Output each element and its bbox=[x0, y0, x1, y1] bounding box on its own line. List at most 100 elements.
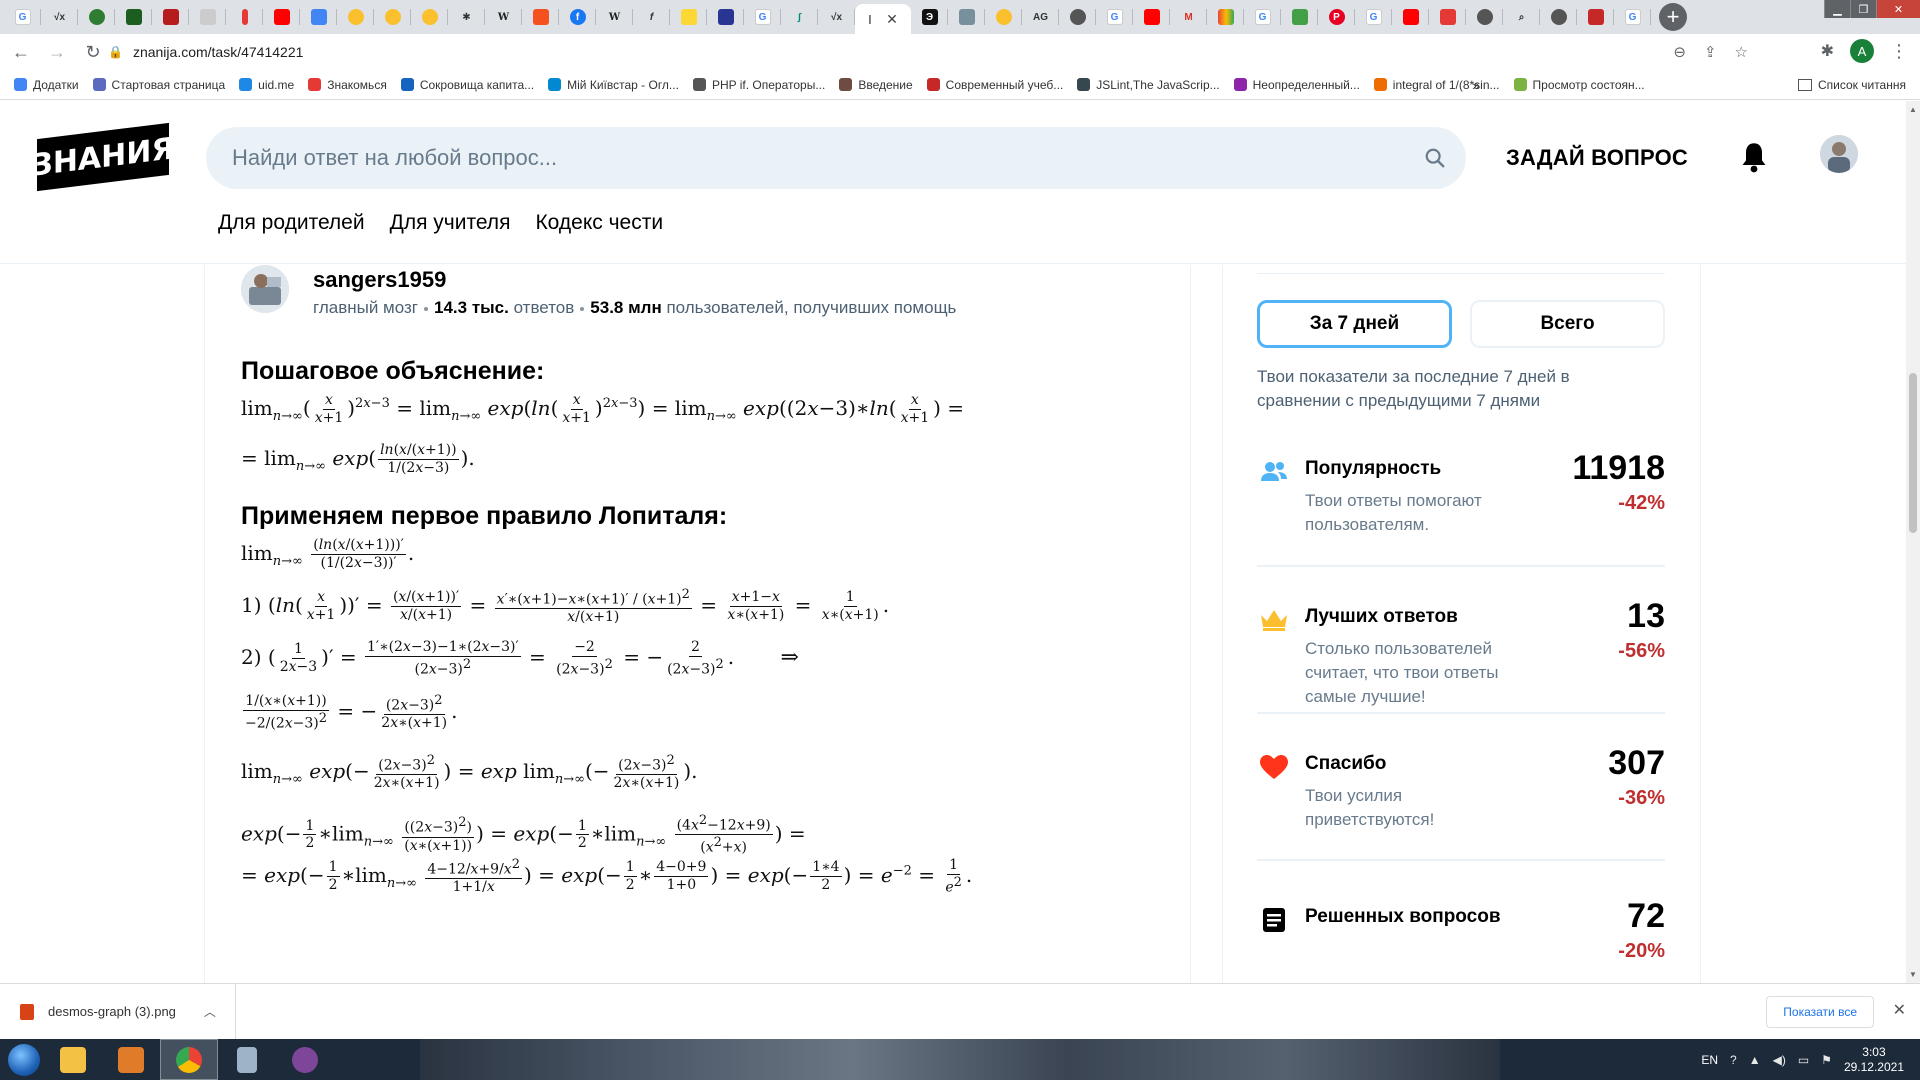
chevron-up-icon[interactable]: ︿ bbox=[204, 1003, 216, 1020]
bookmark-item[interactable]: JSLint,The JavaScrip... bbox=[1077, 78, 1220, 92]
tab[interactable]: G bbox=[4, 0, 41, 34]
clock[interactable]: 3:03 29.12.2021 bbox=[1844, 1045, 1904, 1075]
language-indicator[interactable]: EN bbox=[1701, 1053, 1718, 1067]
tab[interactable] bbox=[1392, 0, 1429, 34]
show-all-downloads-button[interactable]: Показати все bbox=[1766, 996, 1874, 1028]
tab[interactable] bbox=[1540, 0, 1577, 34]
tab[interactable]: ⌕ bbox=[1503, 0, 1540, 34]
tab[interactable]: P bbox=[1318, 0, 1355, 34]
bookmark-item[interactable]: Просмотр состоян... bbox=[1513, 78, 1645, 92]
tab[interactable]: ✱ bbox=[448, 0, 485, 34]
bookmark-item[interactable]: integral of 1/(8*sin... bbox=[1373, 78, 1500, 92]
tab[interactable]: ∫ bbox=[781, 0, 818, 34]
tab[interactable] bbox=[1577, 0, 1614, 34]
reload-icon[interactable]: ↻ bbox=[78, 37, 108, 67]
tab[interactable] bbox=[670, 0, 707, 34]
tab[interactable] bbox=[115, 0, 152, 34]
tab[interactable]: G bbox=[1244, 0, 1281, 34]
tab[interactable]: f bbox=[633, 0, 670, 34]
scroll-up-icon[interactable]: ▲ bbox=[1909, 105, 1917, 114]
tab[interactable] bbox=[1429, 0, 1466, 34]
nav-parents[interactable]: Для родителей bbox=[218, 211, 365, 235]
tab[interactable]: G bbox=[1096, 0, 1133, 34]
download-item[interactable]: desmos-graph (3).png ︿ bbox=[0, 983, 236, 1040]
tab[interactable]: √x bbox=[41, 0, 78, 34]
help-icon[interactable]: ? bbox=[1730, 1053, 1737, 1067]
tab[interactable] bbox=[78, 0, 115, 34]
taskbar-app-chrome[interactable] bbox=[160, 1039, 218, 1080]
tab[interactable] bbox=[411, 0, 448, 34]
back-arrow-icon[interactable]: ← bbox=[6, 37, 36, 67]
tab[interactable] bbox=[337, 0, 374, 34]
close-window-icon[interactable]: ✕ bbox=[1876, 0, 1920, 18]
bookmarks-overflow-icon[interactable]: » bbox=[1472, 77, 1480, 93]
search-icon[interactable] bbox=[1424, 147, 1446, 169]
bookmark-item[interactable]: Знакомься bbox=[308, 78, 387, 92]
tab[interactable]: √x bbox=[818, 0, 855, 34]
extensions-icon[interactable]: ✱ bbox=[1821, 41, 1834, 61]
nav-honor-code[interactable]: Кодекс чести bbox=[535, 211, 663, 235]
scrollbar-thumb[interactable] bbox=[1909, 373, 1917, 533]
network-icon[interactable]: ▭ bbox=[1798, 1053, 1809, 1067]
tab[interactable] bbox=[300, 0, 337, 34]
bookmark-item[interactable]: uid.me bbox=[239, 78, 294, 92]
znania-logo[interactable]: ЗНАНИЯ bbox=[32, 122, 174, 192]
taskbar-app-calculator[interactable] bbox=[218, 1039, 276, 1080]
page-scrollbar[interactable]: ▲ ▼ bbox=[1906, 101, 1920, 983]
tab[interactable]: G bbox=[1355, 0, 1392, 34]
share-icon[interactable]: ⇪ bbox=[1704, 43, 1717, 61]
scroll-down-icon[interactable]: ▼ bbox=[1909, 970, 1917, 979]
close-icon[interactable]: ✕ bbox=[1893, 1000, 1906, 1020]
tab[interactable]: G bbox=[1614, 0, 1651, 34]
author-name[interactable]: sangers1959 bbox=[313, 267, 446, 293]
bell-icon[interactable] bbox=[1740, 141, 1768, 173]
new-tab-button[interactable]: + bbox=[1659, 3, 1687, 31]
tab[interactable] bbox=[226, 0, 263, 34]
bookmark-item[interactable]: Додатки bbox=[14, 78, 79, 92]
tab[interactable] bbox=[1466, 0, 1503, 34]
tab-7-days[interactable]: За 7 дней bbox=[1257, 300, 1452, 348]
taskbar-app-media[interactable] bbox=[102, 1039, 160, 1080]
tab[interactable]: f bbox=[559, 0, 596, 34]
tab[interactable] bbox=[374, 0, 411, 34]
tab[interactable] bbox=[152, 0, 189, 34]
zoom-icon[interactable]: ⊖ bbox=[1673, 43, 1686, 61]
forward-arrow-icon[interactable]: → bbox=[42, 37, 72, 67]
tab[interactable] bbox=[189, 0, 226, 34]
author-avatar[interactable] bbox=[241, 265, 289, 313]
bookmark-item[interactable]: Сокровища капита... bbox=[400, 78, 534, 92]
flag-icon[interactable]: ⚑ bbox=[1821, 1053, 1832, 1067]
tab[interactable]: W bbox=[485, 0, 522, 34]
ask-question-button[interactable]: ЗАДАЙ ВОПРОС bbox=[1506, 145, 1688, 171]
user-avatar[interactable] bbox=[1820, 135, 1858, 173]
lock-icon[interactable]: 🔒 bbox=[108, 45, 123, 59]
address-bar[interactable]: 🔒 znanija.com/task/47414221 ⊖ ⇪ ☆ bbox=[108, 37, 1748, 67]
bookmark-item[interactable]: Неопределенный... bbox=[1233, 78, 1360, 92]
tab[interactable] bbox=[707, 0, 744, 34]
reading-list-button[interactable]: Список читання bbox=[1797, 78, 1906, 92]
tab[interactable]: AG bbox=[1022, 0, 1059, 34]
tab[interactable] bbox=[948, 0, 985, 34]
active-tab[interactable]: I ✕ bbox=[855, 4, 911, 34]
tab[interactable] bbox=[1133, 0, 1170, 34]
bookmark-item[interactable]: Мій Київстар - Огл... bbox=[548, 78, 679, 92]
start-button[interactable] bbox=[4, 1039, 44, 1080]
bookmark-star-icon[interactable]: ☆ bbox=[1735, 43, 1748, 61]
maximize-icon[interactable]: ❐ bbox=[1850, 0, 1876, 18]
bookmark-item[interactable]: Современный учеб... bbox=[926, 78, 1063, 92]
menu-dots-icon[interactable]: ⋮ bbox=[1890, 41, 1908, 62]
tab[interactable]: G bbox=[744, 0, 781, 34]
taskbar-app-tor[interactable] bbox=[276, 1039, 334, 1080]
close-tab-icon[interactable]: ✕ bbox=[886, 11, 898, 28]
nav-teachers[interactable]: Для учителя bbox=[390, 211, 511, 235]
tab-all-time[interactable]: Всего bbox=[1470, 300, 1665, 348]
profile-avatar[interactable]: A bbox=[1850, 39, 1874, 63]
search-input[interactable] bbox=[232, 145, 1392, 171]
volume-icon[interactable]: ◀) bbox=[1773, 1053, 1786, 1067]
tab[interactable] bbox=[985, 0, 1022, 34]
tab[interactable] bbox=[1059, 0, 1096, 34]
bookmark-item[interactable]: Введение bbox=[839, 78, 913, 92]
tab[interactable] bbox=[263, 0, 300, 34]
tray-arrow-icon[interactable]: ▲ bbox=[1749, 1053, 1761, 1067]
tab[interactable]: Э bbox=[911, 0, 948, 34]
